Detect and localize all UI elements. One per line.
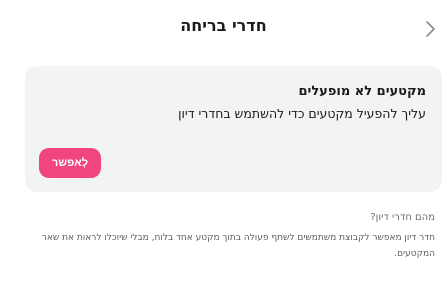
enable-button[interactable]: לְאפשר bbox=[39, 148, 101, 178]
notice-title: מקטעים לא מופעלים bbox=[298, 84, 426, 99]
page-title: חדרי בריחה bbox=[180, 16, 267, 35]
info-question: מהם חדרי דיון? bbox=[370, 212, 435, 223]
sections-disabled-notice: מקטעים לא מופעלים עליך להפעיל מקטעים כדי… bbox=[25, 66, 442, 192]
notice-message: עליך להפעיל מקטעים כדי להשתמש בחדרי דיון bbox=[178, 106, 426, 121]
panel-header: חדרי בריחה bbox=[0, 0, 447, 56]
info-description: חדר דיון מאפשר לקבוצת משתמשים לשתף פעולה… bbox=[41, 233, 435, 259]
breakout-rooms-panel: חדרי בריחה מקטעים לא מופעלים עליך להפעיל… bbox=[0, 0, 447, 291]
